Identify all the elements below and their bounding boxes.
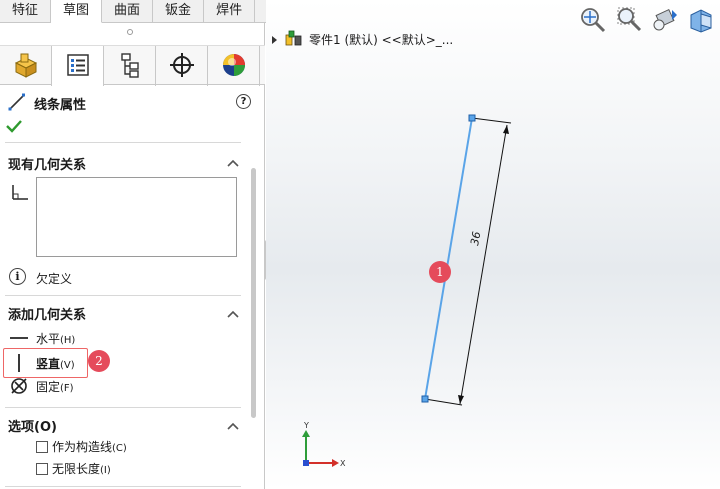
horizontal-label: 水平 (36, 331, 61, 346)
ok-check-button[interactable] (6, 119, 22, 136)
divider (5, 486, 241, 487)
existing-relations-title: 现有几何关系 (8, 158, 87, 173)
construction-label: 作为构造线 (52, 440, 113, 454)
construction-hotkey: (C) (112, 443, 127, 454)
dimension-arrow (503, 125, 509, 134)
sketch-line[interactable] (424, 117, 473, 400)
line-endpoint-bottom[interactable] (421, 395, 429, 403)
options-title: 选项(O) (8, 420, 57, 435)
perpendicular-relation-icon (10, 183, 30, 204)
configuration-manager-tab[interactable] (104, 46, 156, 86)
y-axis-arrow (302, 430, 310, 437)
horizontal-line-icon (8, 327, 30, 349)
tab-sheet-metal[interactable]: 钣金 (153, 0, 205, 23)
property-header: 线条属性 (8, 93, 86, 114)
help-icon[interactable]: ? (236, 94, 251, 109)
callout-badge-2: 2 (88, 350, 110, 372)
configuration-tree-icon (116, 51, 144, 82)
fix-relation-button[interactable]: 固定(F) (8, 375, 74, 397)
horizontal-relation-button[interactable]: 水平(H) (8, 327, 75, 349)
feature-manager-tab[interactable] (0, 46, 52, 86)
divider (5, 295, 241, 296)
manager-tabs (0, 45, 265, 86)
dimension-arrow (458, 395, 464, 404)
graphics-area[interactable]: 零件1 (默认) <<默认>_... 36 Y X 1 (266, 0, 720, 489)
panel-grip[interactable] (127, 29, 133, 35)
vertical-label: 竖直 (36, 356, 61, 371)
part-icon (12, 51, 40, 82)
y-axis-label: Y (303, 421, 309, 430)
fix-label: 固定 (36, 379, 61, 394)
definition-status: 欠定义 (36, 272, 73, 286)
vertical-line-icon (8, 352, 30, 374)
dimension-line[interactable] (459, 124, 508, 405)
divider (5, 407, 241, 408)
tab-weldments[interactable]: 焊件 (204, 0, 256, 23)
dimension-extension-line (424, 398, 463, 406)
infinite-length-hotkey: (I) (100, 465, 111, 476)
anchor-fix-icon (8, 375, 30, 397)
fix-hotkey: (F) (60, 382, 74, 394)
construction-checkbox[interactable] (36, 440, 48, 453)
dimxpert-tab[interactable] (156, 46, 208, 86)
existing-relations-list[interactable] (36, 177, 237, 257)
x-axis-label: X (340, 459, 346, 468)
property-title: 线条属性 (34, 98, 87, 113)
property-manager-tab[interactable] (52, 46, 104, 86)
tab-surfaces[interactable]: 曲面 (102, 0, 154, 23)
dimension-extension-line (471, 117, 512, 124)
infinite-length-option[interactable]: 无限长度(I) (36, 460, 111, 477)
tab-features[interactable]: 特征 (0, 0, 52, 23)
collapse-options-caret-icon[interactable] (226, 420, 240, 430)
construction-option[interactable]: 作为构造线(C) (36, 438, 127, 455)
collapse-existing-caret-icon[interactable] (226, 157, 240, 167)
crosshair-icon (168, 51, 196, 82)
panel-scrollbar[interactable] (251, 168, 256, 418)
origin-marker (303, 460, 309, 466)
divider (5, 142, 241, 143)
line-icon (8, 93, 26, 114)
sketch-canvas: 36 Y X (302, 114, 512, 468)
vertical-hotkey: (V) (60, 359, 75, 371)
infinite-length-checkbox[interactable] (36, 462, 48, 475)
add-relations-title: 添加几何关系 (8, 308, 87, 323)
line-endpoint-top[interactable] (468, 114, 476, 122)
property-list-icon (64, 51, 92, 82)
tab-sketch[interactable]: 草图 (51, 0, 103, 23)
collapse-add-caret-icon[interactable] (226, 308, 240, 318)
infinite-length-label: 无限长度 (52, 462, 101, 476)
property-manager-panel: 线条属性 ? 现有几何关系 i 欠定义 添加几何关系 水平(H) 竖直(V) 2… (0, 23, 265, 489)
dimension-value[interactable]: 36 (468, 230, 483, 246)
info-icon: i (9, 268, 26, 285)
x-axis-arrow (332, 459, 339, 467)
vertical-relation-button[interactable]: 竖直(V) (8, 352, 75, 374)
appearance-sphere-icon (220, 51, 248, 82)
callout-badge-1: 1 (429, 261, 451, 283)
horizontal-hotkey: (H) (60, 334, 76, 346)
display-manager-tab[interactable] (208, 46, 260, 86)
